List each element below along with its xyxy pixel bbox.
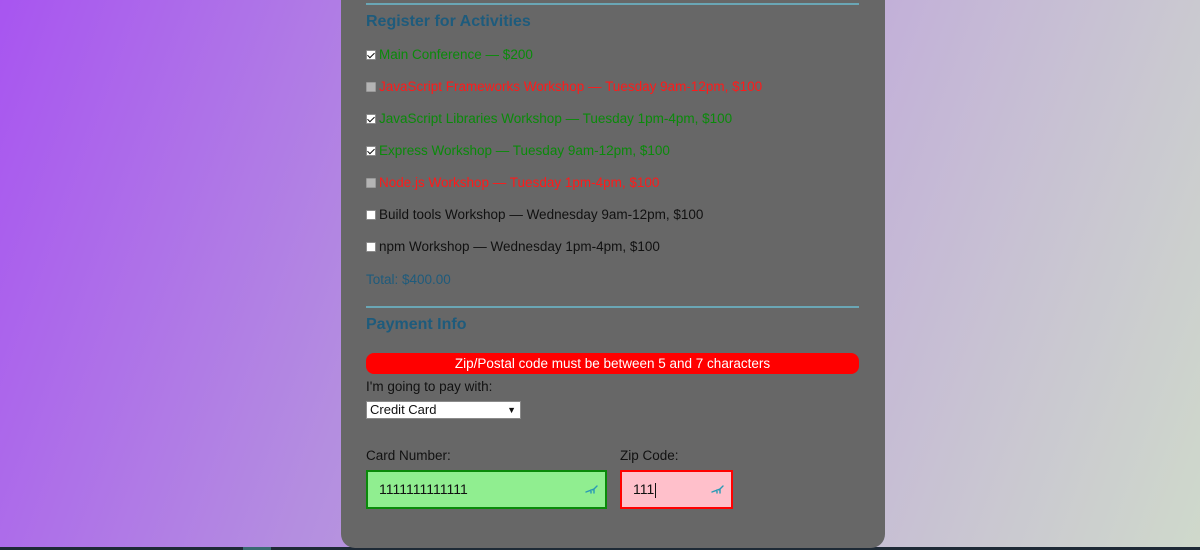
activity-label: Build tools Workshop — Wednesday 9am-12p… bbox=[379, 207, 704, 222]
activity-label: JavaScript Libraries Workshop — Tuesday … bbox=[379, 111, 733, 126]
checkbox[interactable] bbox=[366, 114, 376, 124]
checkbox[interactable] bbox=[366, 50, 376, 60]
activity-label: Node.js Workshop — Tuesday 1pm-4pm, $100 bbox=[379, 175, 660, 190]
checkbox[interactable] bbox=[366, 146, 376, 156]
payment-method-value: Credit Card bbox=[370, 402, 437, 417]
section-divider bbox=[366, 3, 859, 5]
checkbox bbox=[366, 82, 376, 92]
activity-main-conference[interactable]: Main Conference — $200 bbox=[366, 46, 533, 64]
key-icon[interactable] bbox=[585, 483, 599, 497]
payment-method-select[interactable]: Credit Card ▼ bbox=[366, 401, 521, 419]
activity-label: Express Workshop — Tuesday 9am-12pm, $10… bbox=[379, 143, 670, 158]
activity-js-frameworks: JavaScript Frameworks Workshop — Tuesday… bbox=[366, 78, 762, 96]
activity-nodejs: Node.js Workshop — Tuesday 1pm-4pm, $100 bbox=[366, 174, 659, 192]
zip-code-value: 111 bbox=[633, 481, 655, 497]
card-number-label: Card Number: bbox=[366, 448, 451, 463]
payment-method-label: I'm going to pay with: bbox=[366, 379, 493, 394]
key-icon[interactable] bbox=[711, 483, 725, 497]
activity-label: Main Conference — $200 bbox=[379, 47, 533, 62]
activity-npm[interactable]: npm Workshop — Wednesday 1pm-4pm, $100 bbox=[366, 238, 660, 256]
text-caret bbox=[655, 482, 657, 498]
dropdown-arrow-icon: ▼ bbox=[507, 405, 516, 415]
zip-code-input[interactable]: 111 bbox=[620, 470, 733, 509]
activity-label: npm Workshop — Wednesday 1pm-4pm, $100 bbox=[379, 239, 660, 254]
activities-heading: Register for Activities bbox=[366, 13, 531, 30]
card-number-input[interactable]: 1111111111111 bbox=[366, 470, 607, 509]
activity-js-libraries[interactable]: JavaScript Libraries Workshop — Tuesday … bbox=[366, 110, 732, 128]
payment-heading: Payment Info bbox=[366, 316, 467, 333]
checkbox bbox=[366, 178, 376, 188]
checkbox[interactable] bbox=[366, 242, 376, 252]
activity-express[interactable]: Express Workshop — Tuesday 9am-12pm, $10… bbox=[366, 142, 670, 160]
activities-total: Total: $400.00 bbox=[366, 272, 451, 287]
zip-error-message: Zip/Postal code must be between 5 and 7 … bbox=[366, 353, 859, 374]
zip-code-label: Zip Code: bbox=[620, 448, 679, 463]
activity-build-tools[interactable]: Build tools Workshop — Wednesday 9am-12p… bbox=[366, 206, 703, 224]
card-number-value: 1111111111111 bbox=[379, 481, 468, 497]
activity-label: JavaScript Frameworks Workshop — Tuesday… bbox=[379, 79, 763, 94]
checkbox[interactable] bbox=[366, 210, 376, 220]
section-divider bbox=[366, 306, 859, 308]
